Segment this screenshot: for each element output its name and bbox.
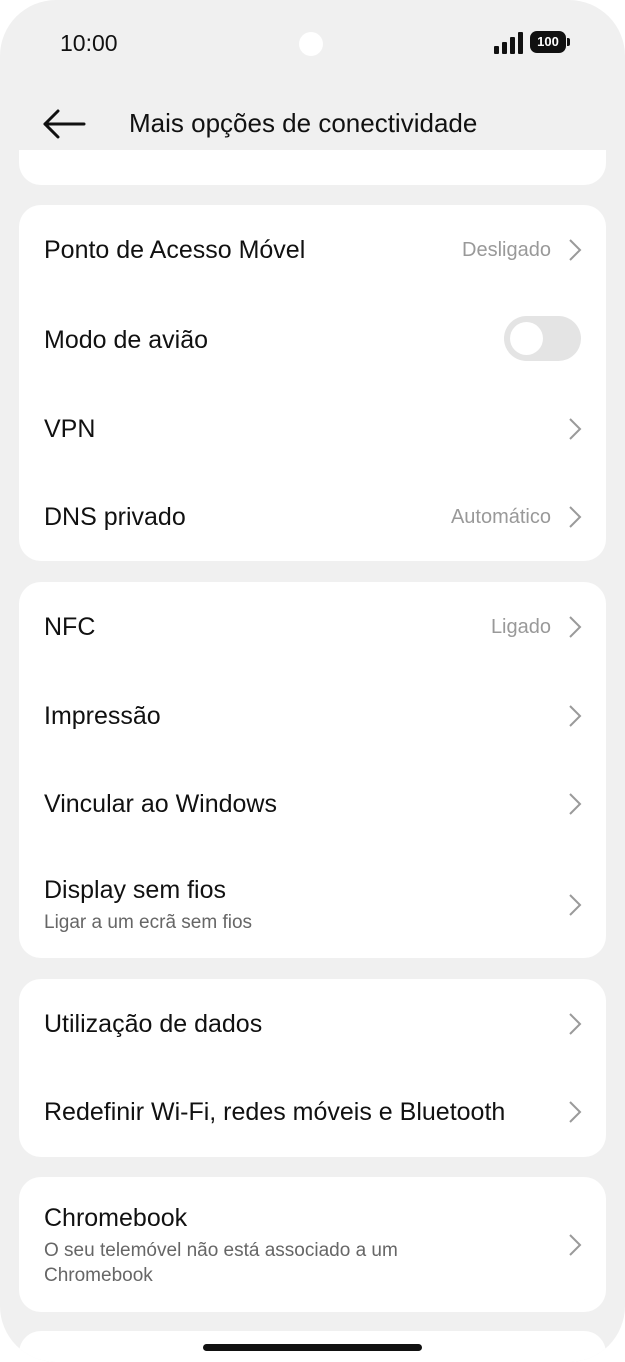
toggle-knob [510,322,543,355]
chevron-right-icon [569,1101,582,1123]
status-bar: 10:00 100 [0,0,625,90]
private-dns-value: Automático [450,506,551,528]
chevron-right-icon [569,793,582,815]
chevron-right-icon [569,239,582,261]
chevron-right-icon [569,418,582,440]
chromebook-title: Chromebook [44,1204,188,1232]
home-indicator[interactable] [203,1344,422,1351]
nfc-value: Ligado [490,616,551,638]
link-to-windows-row[interactable]: Vincular ao Windows [19,760,606,849]
vpn-row[interactable]: VPN [19,385,606,473]
private-dns-row[interactable]: DNS privado Automático [19,473,606,561]
previous-card-edge [19,150,606,185]
data-usage-row[interactable]: Utilização de dados [19,979,606,1068]
reset-network-title: Redefinir Wi-Fi, redes móveis e Bluetoot… [44,1098,506,1126]
reset-network-row[interactable]: Redefinir Wi-Fi, redes móveis e Bluetoot… [19,1068,606,1157]
airplane-mode-title: Modo de avião [44,326,209,354]
arrow-left-icon [43,109,86,139]
signal-icon [494,32,524,54]
chevron-right-icon [569,616,582,638]
wireless-display-subtitle: Ligar a um ecrã sem fios [44,912,253,933]
chevron-right-icon [569,894,582,916]
nfc-row[interactable]: NFC Ligado [19,582,606,671]
hotspot-value: Desligado [462,239,551,261]
private-dns-title: DNS privado [44,503,186,531]
camera-cutout [299,32,323,56]
printing-row[interactable]: Impressão [19,671,606,760]
battery-tip [567,38,570,46]
chevron-right-icon [569,1013,582,1035]
status-time: 10:00 [60,30,118,56]
hotspot-title: Ponto de Acesso Móvel [44,236,306,264]
wireless-display-title: Display sem fios [44,876,226,904]
link-to-windows-title: Vincular ao Windows [44,790,277,818]
back-button[interactable] [38,104,88,144]
settings-group-reset: Utilização de dados Redefinir Wi-Fi, red… [19,979,606,1157]
chromebook-subtitle-line2: Chromebook [44,1265,153,1286]
nfc-title: NFC [44,613,96,641]
wireless-display-row[interactable]: Display sem fios Ligar a um ecrã sem fio… [19,849,606,958]
airplane-mode-toggle[interactable] [504,316,581,361]
chevron-right-icon [569,1234,582,1256]
settings-group-network: Ponto de Acesso Móvel Desligado Modo de … [19,205,606,561]
chromebook-subtitle-line1: O seu telemóvel não está associado a um [44,1240,398,1261]
airplane-mode-row[interactable]: Modo de avião [19,295,606,385]
hotspot-row[interactable]: Ponto de Acesso Móvel Desligado [19,205,606,295]
page-title: Mais opções de conectividade [129,108,478,138]
chevron-right-icon [569,705,582,727]
data-usage-title: Utilização de dados [44,1010,263,1038]
settings-group-devices: NFC Ligado Impressão Vincular ao Windows… [19,582,606,958]
battery-icon: 100 [530,31,566,53]
chromebook-row[interactable]: Chromebook O seu telemóvel não está asso… [19,1177,606,1312]
vpn-title: VPN [44,415,96,443]
chevron-right-icon [569,506,582,528]
printing-title: Impressão [44,702,161,730]
battery-level: 100 [537,34,559,49]
settings-screen: 10:00 100 Mais opções de conectividade P… [0,0,625,1362]
settings-group-chromebook: Chromebook O seu telemóvel não está asso… [19,1177,606,1312]
